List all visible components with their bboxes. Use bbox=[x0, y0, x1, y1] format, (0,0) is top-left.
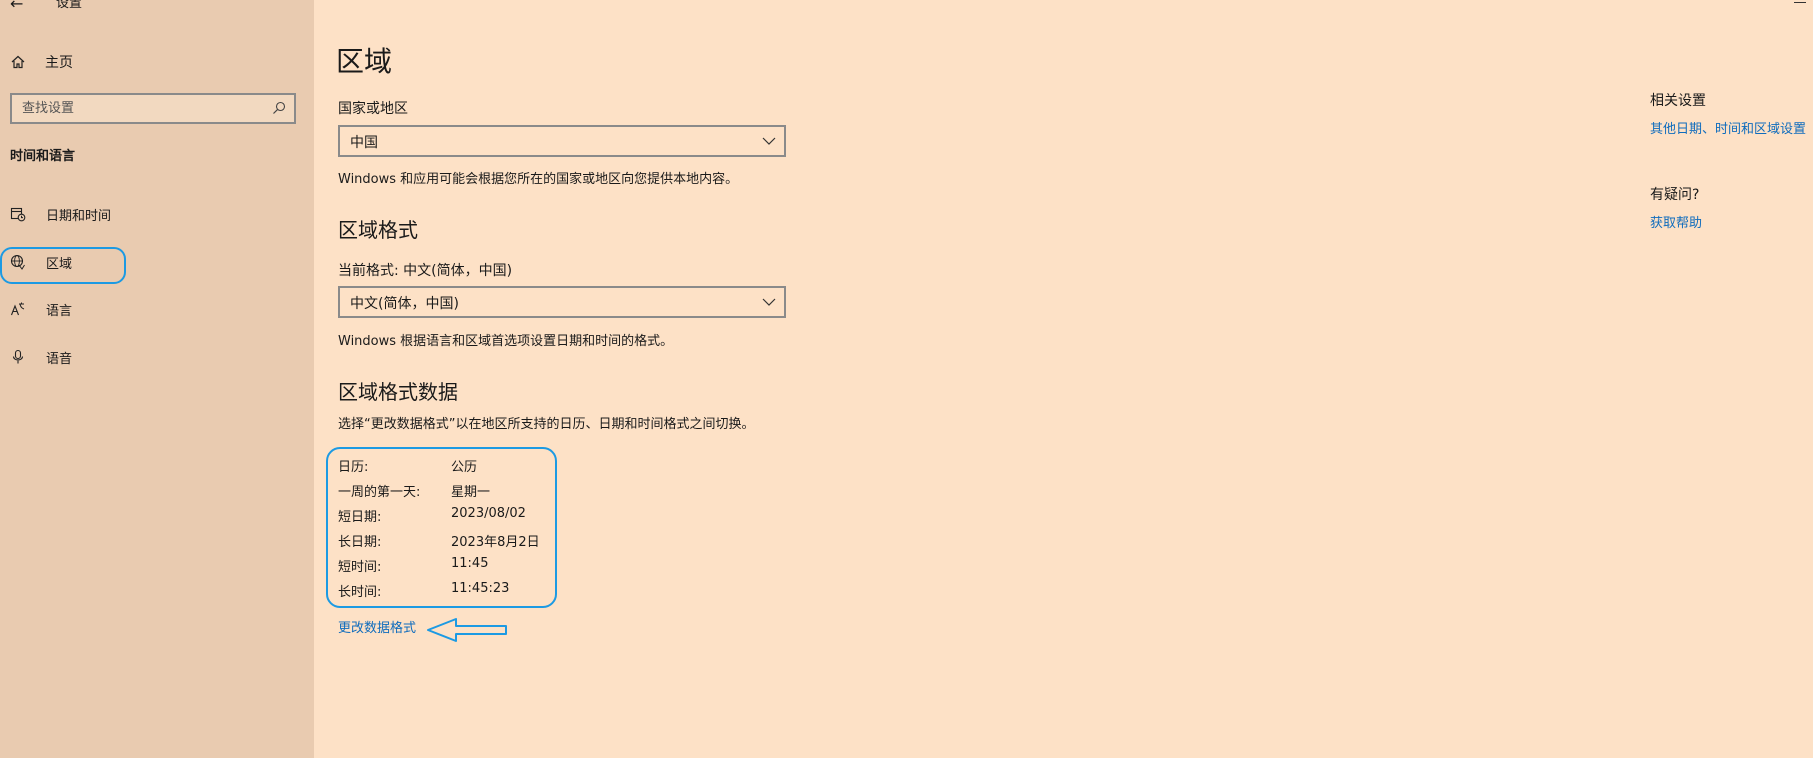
current-format-label: 当前格式: 中文(简体，中国) bbox=[338, 263, 513, 279]
format-data-description: 选择“更改数据格式”以在地区所支持的日历、日期和时间格式之间切换。 bbox=[338, 417, 755, 432]
page-title: 区域 bbox=[336, 45, 393, 78]
chevron-down-icon bbox=[762, 298, 776, 306]
sidebar-item-speech[interactable]: 语音 bbox=[10, 346, 72, 368]
sidebar: ← 设置 主页 时间和语言 日期和时间 区域 bbox=[0, 0, 314, 758]
back-arrow-icon[interactable]: ← bbox=[10, 0, 23, 14]
country-value: 中国 bbox=[350, 135, 378, 151]
country-description: Windows 和应用可能会根据您所在的国家或地区向您提供本地内容。 bbox=[338, 172, 739, 187]
main-content: 区域 国家或地区 中国 Windows 和应用可能会根据您所在的国家或地区向您提… bbox=[314, 0, 1813, 758]
get-help-link[interactable]: 获取帮助 bbox=[1650, 212, 1702, 231]
region-format-heading: 区域格式 bbox=[338, 218, 418, 242]
home-icon bbox=[11, 55, 25, 69]
search-box[interactable] bbox=[10, 93, 296, 124]
section-heading: 时间和语言 bbox=[10, 149, 76, 164]
language-icon bbox=[10, 302, 25, 316]
related-settings-heading: 相关设置 bbox=[1650, 93, 1706, 109]
sidebar-item-date-time[interactable]: 日期和时间 bbox=[10, 203, 111, 225]
sidebar-item-language[interactable]: 语言 bbox=[10, 298, 72, 320]
search-icon[interactable] bbox=[272, 101, 286, 115]
country-dropdown[interactable]: 中国 bbox=[338, 125, 786, 157]
region-format-description: Windows 根据语言和区域首选项设置日期和时间的格式。 bbox=[338, 334, 674, 349]
home-label: 主页 bbox=[45, 55, 73, 71]
microphone-icon bbox=[12, 349, 24, 364]
annotation-arrow-icon bbox=[427, 618, 507, 642]
related-settings-panel: 相关设置 其他日期、时间和区域设置 有疑问? 获取帮助 bbox=[1650, 0, 1813, 758]
minimize-button[interactable] bbox=[1794, 2, 1806, 3]
chevron-down-icon bbox=[762, 137, 776, 145]
calendar-clock-icon bbox=[10, 207, 26, 222]
sidebar-item-label: 语音 bbox=[46, 351, 73, 367]
search-input[interactable] bbox=[12, 95, 272, 122]
annotation-highlight-format-data bbox=[326, 447, 557, 608]
country-label: 国家或地区 bbox=[338, 101, 408, 117]
annotation-highlight-region bbox=[0, 247, 126, 284]
change-data-format-link[interactable]: 更改数据格式 bbox=[338, 617, 416, 636]
home-nav-item[interactable]: 主页 bbox=[10, 52, 73, 72]
window-title: 设置 bbox=[56, 0, 83, 11]
sidebar-item-label: 日期和时间 bbox=[46, 208, 112, 224]
sidebar-item-label: 语言 bbox=[46, 303, 73, 319]
help-heading: 有疑问? bbox=[1650, 187, 1700, 203]
additional-date-time-region-link[interactable]: 其他日期、时间和区域设置 bbox=[1650, 118, 1806, 137]
region-format-value: 中文(简体，中国) bbox=[350, 296, 459, 312]
region-format-dropdown[interactable]: 中文(简体，中国) bbox=[338, 286, 786, 318]
format-data-heading: 区域格式数据 bbox=[338, 380, 458, 404]
